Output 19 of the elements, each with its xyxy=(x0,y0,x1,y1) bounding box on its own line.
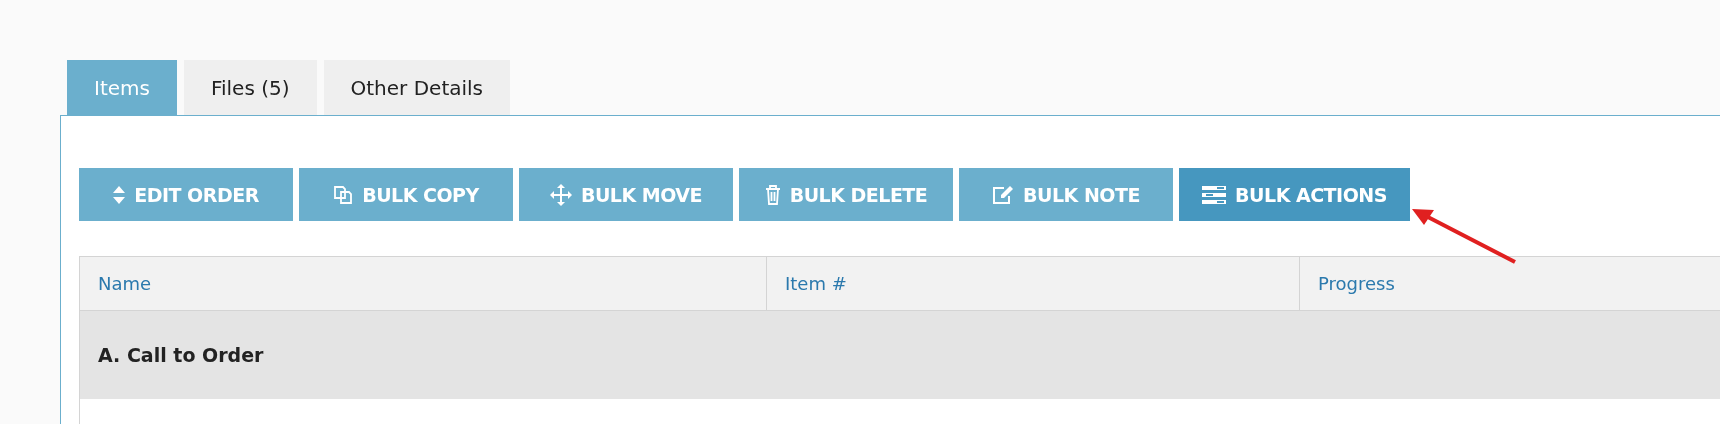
sort-icon xyxy=(113,185,126,204)
toolbar-button[interactable]: EDIT ORDER xyxy=(79,168,293,221)
tab[interactable]: Items xyxy=(67,60,177,115)
tab[interactable]: Files (5) xyxy=(183,60,317,115)
list-icon xyxy=(1202,185,1227,204)
section-title: A. Call to Order xyxy=(98,344,264,366)
tab[interactable]: Other Details xyxy=(323,60,510,115)
toolbar-button[interactable]: BULK COPY xyxy=(299,168,513,221)
column-header[interactable]: Progress xyxy=(1300,257,1720,310)
column-header[interactable]: Name xyxy=(80,257,767,310)
move-icon xyxy=(549,183,572,206)
toolbar-button[interactable]: BULK DELETE xyxy=(739,168,953,221)
bulk-actions-button[interactable]: BULK ACTIONS xyxy=(1179,168,1410,221)
trash-icon xyxy=(764,184,781,205)
edit-icon xyxy=(992,184,1015,205)
copy-icon xyxy=(333,184,354,205)
column-header[interactable]: Item # xyxy=(767,257,1300,310)
toolbar-button[interactable]: BULK NOTE xyxy=(959,168,1173,221)
toolbar-button[interactable]: BULK MOVE xyxy=(519,168,733,221)
